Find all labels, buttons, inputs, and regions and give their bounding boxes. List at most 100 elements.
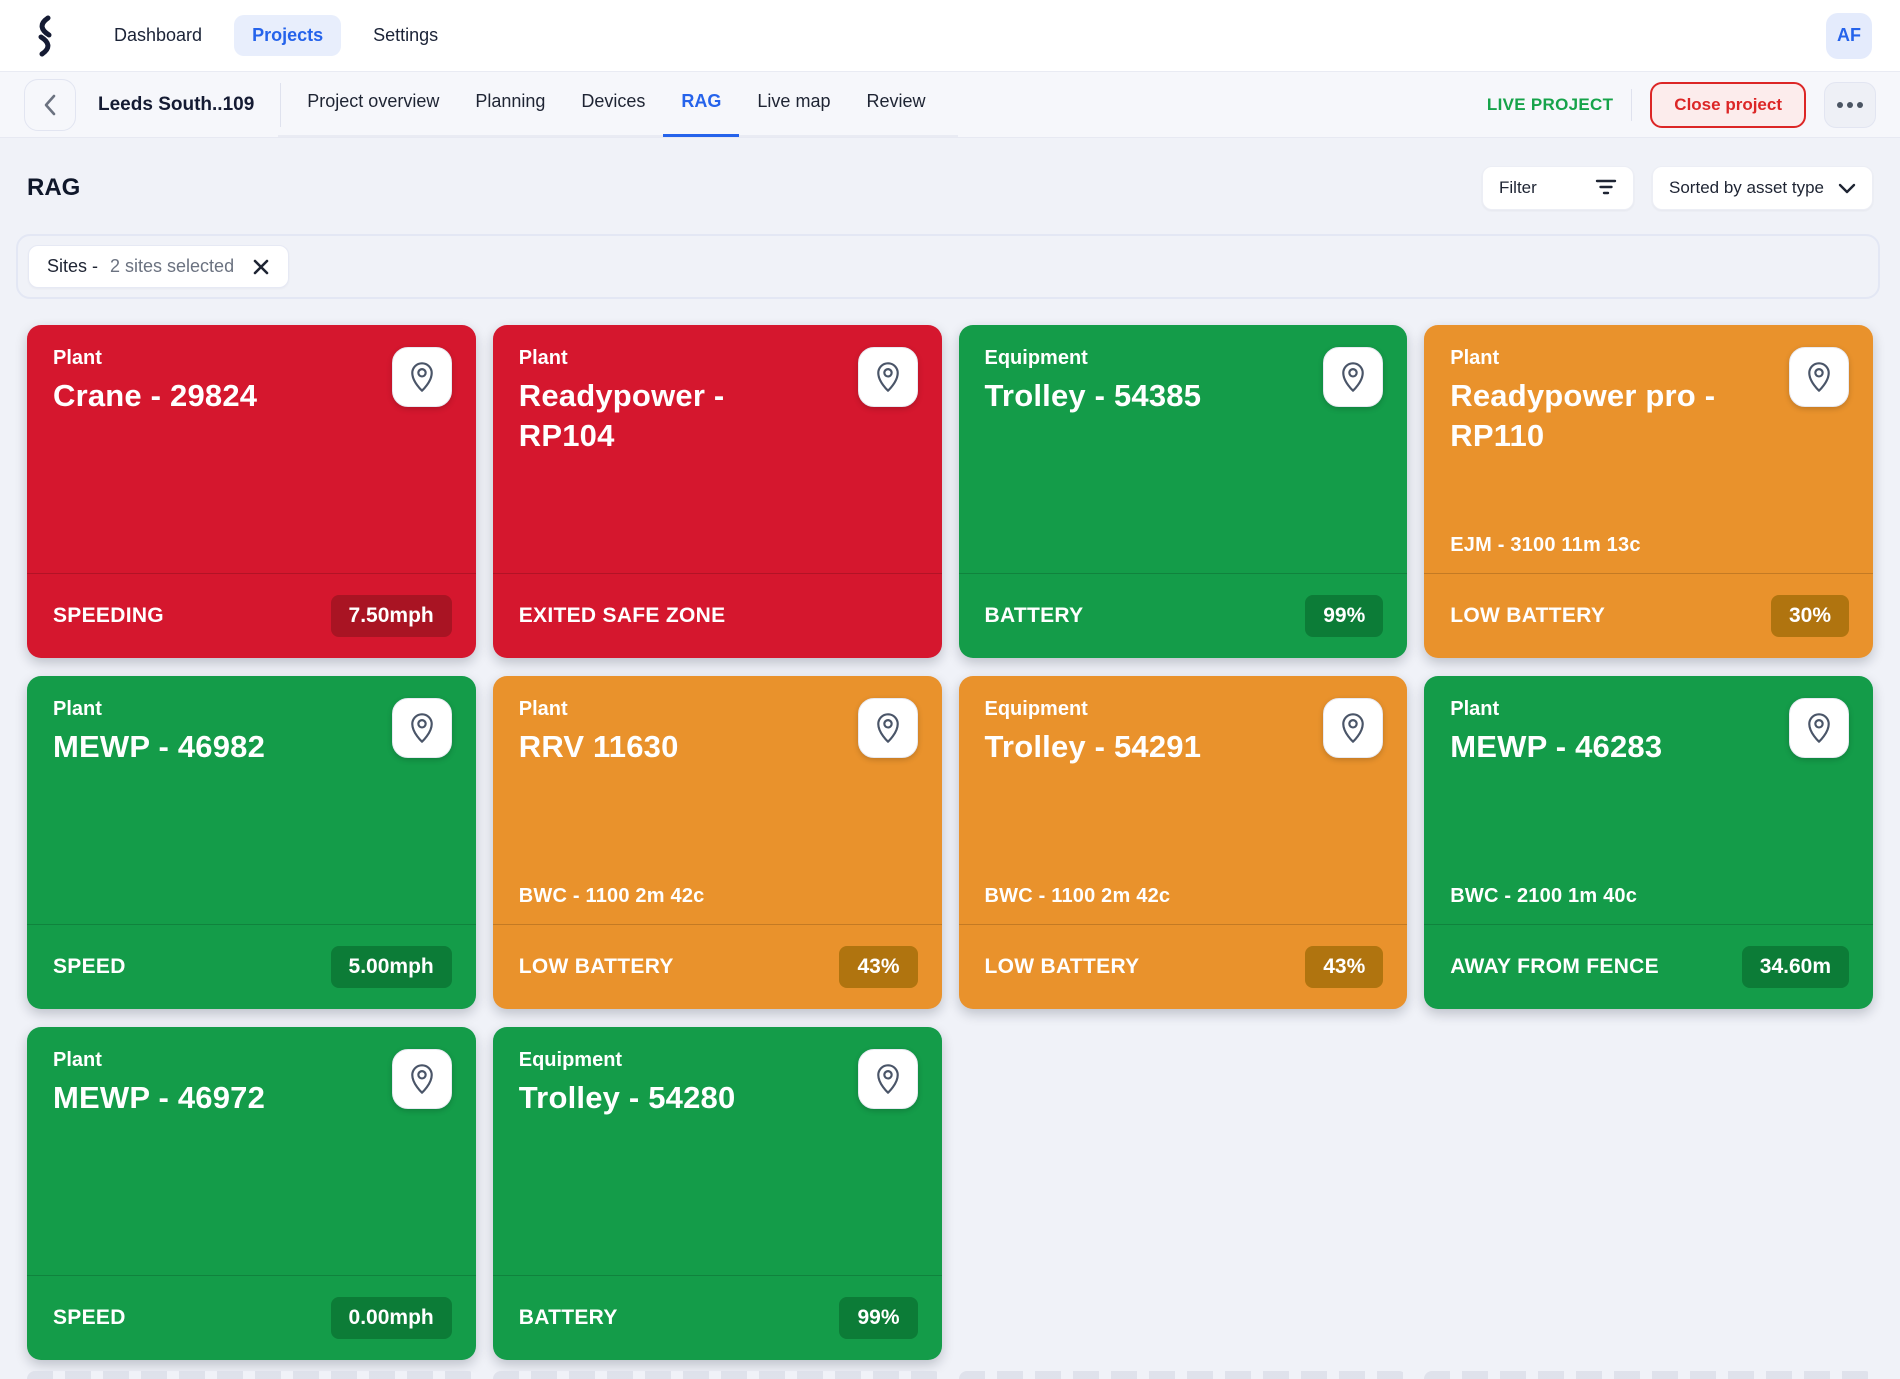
asset-category: Plant [53, 698, 102, 720]
asset-name: RRV 11630 [518, 729, 679, 764]
card-titles: Plant Readypower - RP104 [519, 347, 819, 573]
filter-button-label: Filter [1499, 178, 1537, 197]
nav-item-dashboard[interactable]: Dashboard [96, 15, 220, 56]
asset-card[interactable]: Plant Readypower pro - RP110 EJM - 3100 … [1424, 325, 1873, 658]
tab-devices[interactable]: Devices [563, 91, 663, 137]
tab-project-overview[interactable]: Project overview [289, 91, 457, 137]
remove-filter-button[interactable] [252, 258, 270, 276]
close-icon [253, 259, 269, 274]
card-titles: Plant RRV 11630 [519, 698, 679, 885]
user-avatar[interactable]: AF [1826, 12, 1872, 59]
tab-planning[interactable]: Planning [457, 91, 563, 137]
locate-asset-button[interactable] [857, 698, 918, 758]
asset-category: Plant [53, 347, 102, 369]
divider [1631, 88, 1633, 121]
tab-rag[interactable]: RAG [663, 91, 740, 137]
map-pin-icon [1808, 362, 1830, 392]
card-titles: Equipment Trolley - 54280 [519, 1049, 736, 1275]
project-tabs: Project overview Planning Devices RAG Live m… [289, 72, 943, 138]
locate-asset-button[interactable] [1789, 698, 1849, 758]
map-pin-icon [876, 362, 899, 392]
asset-name: MEWP - 46972 [53, 1080, 266, 1115]
asset-card[interactable]: Equipment Trolley - 54280 BATTERY 99% [492, 1027, 942, 1360]
rag-cards-grid: Plant Crane - 29824 SPEEDING 7.50mph Pla… [0, 299, 1900, 1360]
divider [280, 82, 282, 127]
map-pin-icon [410, 362, 433, 392]
card-head: Equipment Trolley - 54385 [959, 325, 1408, 573]
map-pin-icon [410, 713, 433, 743]
nav-item-projects[interactable]: Projects [234, 15, 342, 56]
tab-review[interactable]: Review [848, 91, 943, 137]
alert-value-badge: 0.00mph [330, 1297, 452, 1339]
brand-logo-icon [38, 15, 52, 56]
asset-card[interactable]: Plant MEWP - 46283 BWC - 2100 1m 40c AWA… [1424, 676, 1873, 1009]
asset-category: Plant [1450, 698, 1500, 720]
asset-category: Equipment [984, 698, 1088, 720]
peek-card-top [27, 1371, 476, 1379]
sort-dropdown[interactable]: Sorted by asset type [1652, 166, 1873, 210]
card-footer: SPEED 0.00mph [27, 1276, 476, 1360]
asset-name: Trolley - 54291 [984, 729, 1202, 764]
live-project-badge: LIVE PROJECT [1486, 94, 1614, 114]
asset-name: MEWP - 46982 [53, 729, 266, 764]
chevron-left-icon [44, 94, 56, 115]
map-pin-icon [410, 1064, 433, 1094]
tab-live-map[interactable]: Live map [739, 91, 848, 137]
chip-label: Sites - [47, 256, 99, 276]
main-nav: Dashboard Projects Settings [96, 15, 456, 56]
dot-icon [1837, 101, 1843, 108]
asset-card[interactable]: Equipment Trolley - 54291 BWC - 1100 2m … [958, 676, 1408, 1009]
locate-asset-button[interactable] [391, 1049, 452, 1109]
alert-label: SPEEDING [53, 604, 164, 627]
sites-filter-chip[interactable]: Sites - 2 sites selected [28, 245, 290, 288]
alert-label: LOW BATTERY [984, 955, 1140, 978]
nav-item-settings[interactable]: Settings [355, 15, 456, 56]
map-pin-icon [1342, 713, 1365, 743]
close-project-button[interactable]: Close project [1650, 81, 1806, 128]
project-title: Leeds South..109 [98, 93, 255, 115]
chip-value: 2 sites selected [110, 256, 235, 276]
card-footer: AWAY FROM FENCE 34.60m [1424, 925, 1873, 1009]
locate-asset-button[interactable] [1323, 347, 1384, 407]
alert-value-badge: 7.50mph [330, 595, 452, 637]
brand-logo[interactable] [28, 14, 62, 58]
card-head: Plant MEWP - 46982 [27, 676, 476, 924]
asset-info-line: EJM - 3100 11m 13c [1450, 534, 1641, 556]
asset-card[interactable]: Plant MEWP - 46972 SPEED 0.00mph [27, 1027, 476, 1360]
filter-button[interactable]: Filter [1482, 166, 1635, 210]
locate-asset-button[interactable] [857, 1049, 918, 1109]
locate-asset-button[interactable] [1323, 698, 1384, 758]
card-titles: Equipment Trolley - 54385 [985, 347, 1202, 573]
locate-asset-button[interactable] [1789, 347, 1849, 407]
asset-card[interactable]: Plant Readypower - RP104 EXITED SAFE ZON… [492, 325, 942, 658]
alert-label: LOW BATTERY [1450, 604, 1606, 627]
alert-label: AWAY FROM FENCE [1450, 955, 1659, 978]
active-filters-bar: Sites - 2 sites selected [16, 234, 1880, 299]
locate-asset-button[interactable] [857, 347, 918, 407]
more-options-button[interactable] [1824, 81, 1876, 128]
asset-card[interactable]: Plant Crane - 29824 SPEEDING 7.50mph [27, 325, 476, 658]
asset-name: Readypower pro - RP110 [1450, 378, 1716, 453]
map-pin-icon [1808, 713, 1830, 743]
asset-name: Trolley - 54385 [984, 378, 1202, 413]
card-titles: Plant MEWP - 46972 [53, 1049, 265, 1275]
card-head: Equipment Trolley - 54291 [959, 676, 1408, 885]
alert-value-badge: 34.60m [1741, 946, 1849, 988]
asset-name: Readypower - RP104 [518, 378, 725, 453]
card-footer: LOW BATTERY 43% [493, 925, 942, 1009]
card-head: Plant Readypower - RP104 [493, 325, 942, 573]
back-button[interactable] [24, 78, 76, 131]
asset-card[interactable]: Plant RRV 11630 BWC - 1100 2m 42c LOW BA… [492, 676, 942, 1009]
card-titles: Plant MEWP - 46982 [53, 698, 265, 924]
card-head: Plant Readypower pro - RP110 [1424, 325, 1873, 534]
locate-asset-button[interactable] [391, 347, 452, 407]
alert-value-badge: 43% [1305, 946, 1384, 988]
asset-card[interactable]: Plant MEWP - 46982 SPEED 5.00mph [27, 676, 476, 1009]
asset-info-line: BWC - 1100 2m 42c [984, 885, 1171, 907]
card-titles: Plant Crane - 29824 [53, 347, 257, 573]
asset-card[interactable]: Equipment Trolley - 54385 BATTERY 99% [958, 325, 1408, 658]
peek-card-top [492, 1371, 942, 1379]
map-pin-icon [876, 1064, 899, 1094]
locate-asset-button[interactable] [391, 698, 452, 758]
asset-category: Equipment [518, 1049, 623, 1071]
